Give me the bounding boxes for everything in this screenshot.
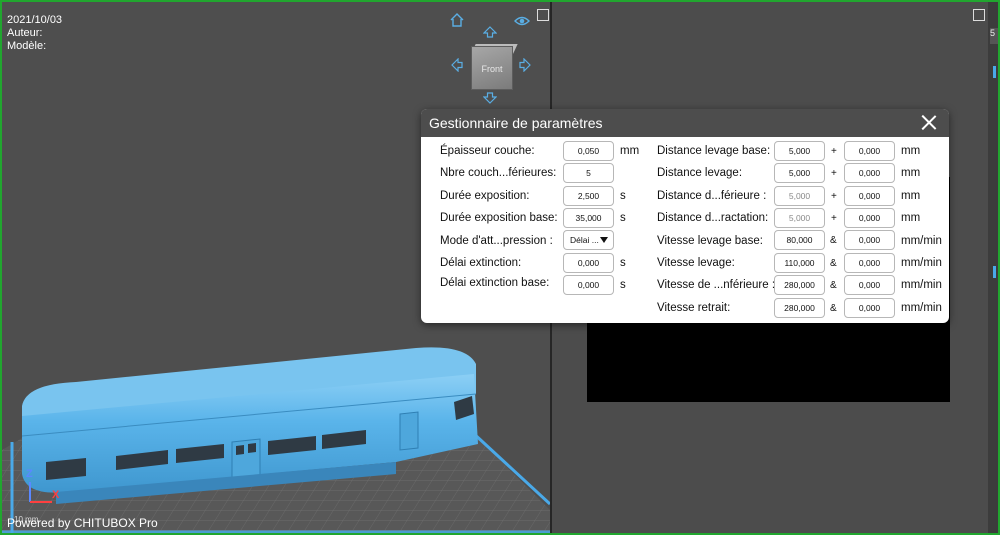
unit-bottom-lift-distance: mm xyxy=(901,145,921,157)
input-bottom-retract-speed[interactable]: 280,000 xyxy=(774,275,825,295)
input-bottom-lift-speed-2[interactable]: 0,000 xyxy=(844,230,895,250)
input-bottom-lift-speed[interactable]: 80,000 xyxy=(774,230,825,250)
dialog-title: Gestionnaire de paramètres xyxy=(429,115,603,131)
input-exposure-time[interactable]: 2,500 xyxy=(563,186,614,206)
side-panel-marker xyxy=(993,266,996,278)
input-lift-distance-2[interactable]: 0,000 xyxy=(844,163,895,183)
side-panel-tab[interactable]: 5 xyxy=(990,28,998,44)
home-icon[interactable] xyxy=(449,12,465,28)
side-panel-marker xyxy=(993,66,996,78)
input-lift-distance[interactable]: 5,000 xyxy=(774,163,825,183)
unit-lift-distance: mm xyxy=(901,167,921,179)
unit-bottom-retract-speed: mm/min xyxy=(901,279,942,291)
eye-icon[interactable] xyxy=(514,14,530,28)
chevron-down-icon xyxy=(600,237,608,243)
label-bottom-retract-speed: Vitesse de ...nférieure : xyxy=(657,279,776,291)
arrow-right-icon[interactable] xyxy=(519,58,531,72)
input-lift-speed[interactable]: 110,000 xyxy=(774,253,825,273)
op-lift-distance: + xyxy=(831,168,837,179)
input-bottom-lift-distance-2[interactable]: 0,000 xyxy=(844,141,895,161)
unit-exposure-time: s xyxy=(620,190,626,202)
input-retract-distance-2[interactable]: 0,000 xyxy=(844,208,895,228)
arrow-up-icon[interactable] xyxy=(483,26,497,38)
op-bottom-lift-speed: & xyxy=(830,235,837,246)
label-bottom-light-off-delay: Délai extinction base: xyxy=(440,277,550,289)
input-bottom-retract-distance-2[interactable]: 0,000 xyxy=(844,186,895,206)
model-label: Modèle: xyxy=(7,40,47,52)
dialog-header[interactable]: Gestionnaire de paramètres xyxy=(421,109,949,137)
viewport-left-checkbox[interactable] xyxy=(537,9,549,21)
label-lift-distance: Distance levage: xyxy=(657,167,743,179)
powered-by-label: Powered by CHITUBOX Pro xyxy=(7,516,158,530)
input-retract-speed[interactable]: 280,000 xyxy=(774,298,825,318)
input-bottom-layers[interactable]: 5 xyxy=(563,163,614,183)
op-retract-distance: + xyxy=(831,213,837,224)
model-info: 2021/10/03 Auteur: Modèle: xyxy=(7,14,62,53)
input-bottom-retract-distance[interactable]: 5,000 xyxy=(774,186,825,206)
viewport-right-checkbox[interactable] xyxy=(973,9,985,21)
label-wait-mode: Mode d'att...pression : xyxy=(440,235,553,247)
axis-z-label: Z xyxy=(26,468,33,480)
author-label: Auteur: xyxy=(7,27,43,39)
label-layer-thickness: Épaisseur couche: xyxy=(440,145,535,157)
view-cube-front-label: Front xyxy=(481,64,503,74)
parameter-manager-dialog[interactable]: Gestionnaire de paramètres Épaisseur cou… xyxy=(421,109,949,323)
op-lift-speed: & xyxy=(830,258,837,269)
op-bottom-lift-distance: + xyxy=(831,146,837,157)
view-cube-widget[interactable]: Front xyxy=(447,12,537,104)
unit-lift-speed: mm/min xyxy=(901,257,942,269)
unit-retract-speed: mm/min xyxy=(901,302,942,314)
op-bottom-retract-speed: & xyxy=(830,280,837,291)
select-wait-mode-value: Délai ... xyxy=(570,235,599,245)
input-light-off-delay[interactable]: 0,000 xyxy=(563,253,614,273)
label-light-off-delay: Délai extinction: xyxy=(440,257,522,269)
label-retract-speed: Vitesse retrait: xyxy=(657,302,731,314)
label-exposure-time: Durée exposition: xyxy=(440,190,530,202)
rail-car-model[interactable] xyxy=(16,344,486,514)
axis-x-label: X xyxy=(52,489,60,501)
print-date: 2021/10/03 xyxy=(7,14,63,26)
label-bottom-layers: Nbre couch...férieures: xyxy=(440,167,557,179)
label-bottom-lift-distance: Distance levage base: xyxy=(657,145,771,157)
input-layer-thickness[interactable]: 0,050 xyxy=(563,141,614,161)
op-retract-speed: & xyxy=(830,303,837,314)
input-retract-distance[interactable]: 5,000 xyxy=(774,208,825,228)
label-lift-speed: Vitesse levage: xyxy=(657,257,735,269)
arrow-left-icon[interactable] xyxy=(451,58,463,72)
input-bottom-lift-distance[interactable]: 5,000 xyxy=(774,141,825,161)
op-bottom-retract-distance: + xyxy=(831,191,837,202)
close-icon[interactable] xyxy=(921,114,937,130)
input-retract-speed-2[interactable]: 0,000 xyxy=(844,298,895,318)
label-bottom-retract-distance: Distance d...férieure : xyxy=(657,190,767,202)
unit-bottom-light-off-delay: s xyxy=(620,279,626,291)
input-bottom-light-off-delay[interactable]: 0,000 xyxy=(563,275,614,295)
unit-bottom-exposure-time: s xyxy=(620,212,626,224)
input-bottom-exposure-time[interactable]: 35,000 xyxy=(563,208,614,228)
input-lift-speed-2[interactable]: 0,000 xyxy=(844,253,895,273)
unit-bottom-retract-distance: mm xyxy=(901,190,921,202)
label-bottom-exposure-time: Durée exposition base: xyxy=(440,212,558,224)
input-bottom-retract-speed-2[interactable]: 0,000 xyxy=(844,275,895,295)
unit-bottom-lift-speed: mm/min xyxy=(901,235,942,247)
label-retract-distance: Distance d...ractation: xyxy=(657,212,769,224)
select-wait-mode[interactable]: Délai ... xyxy=(563,230,614,250)
unit-retract-distance: mm xyxy=(901,212,921,224)
unit-light-off-delay: s xyxy=(620,257,626,269)
arrow-down-icon[interactable] xyxy=(483,92,497,104)
unit-layer-thickness: mm xyxy=(620,145,640,157)
view-cube[interactable]: Front xyxy=(471,46,513,90)
label-bottom-lift-speed: Vitesse levage base: xyxy=(657,235,763,247)
